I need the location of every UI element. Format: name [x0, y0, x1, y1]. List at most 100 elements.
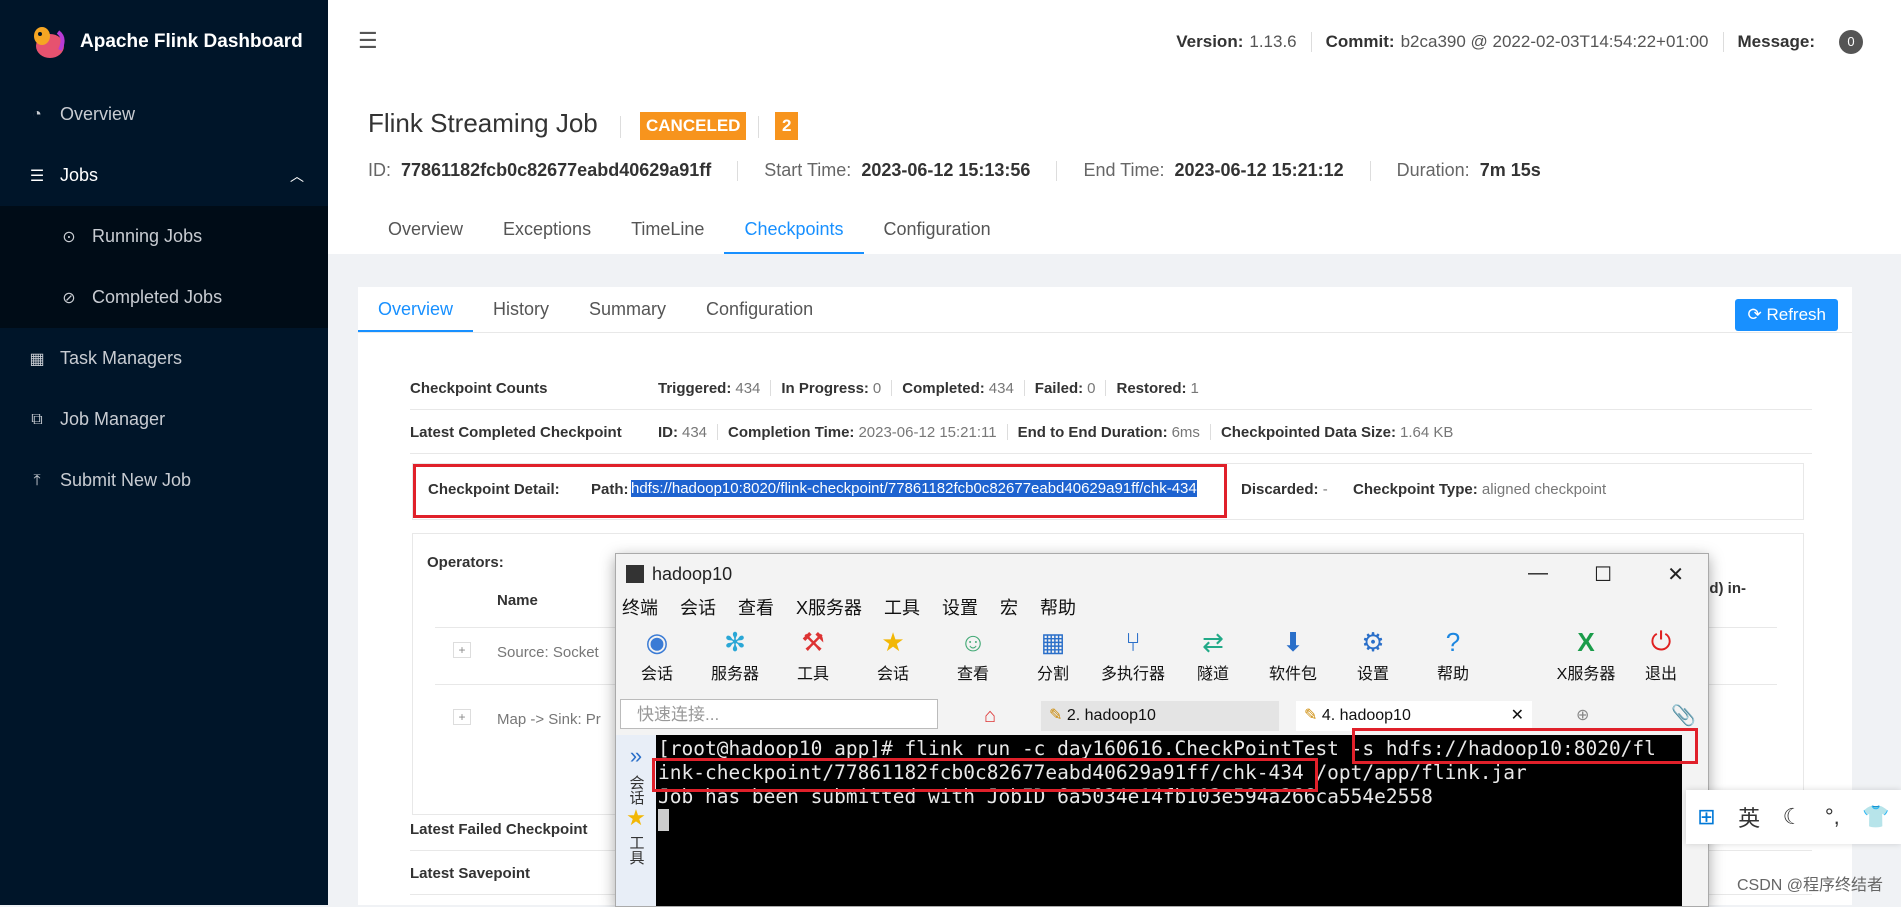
- tab-overview[interactable]: Overview: [368, 206, 483, 252]
- sidebar-item-completed-jobs[interactable]: ⊘ Completed Jobs: [0, 267, 328, 328]
- tool-help[interactable]: ? 帮助: [1418, 626, 1488, 684]
- tool-servers[interactable]: ✻ 服务器: [700, 626, 770, 684]
- ime-toolbar: ⊞ 英 ☾ °, 👕: [1686, 790, 1901, 844]
- tunnel-icon: ⇄: [1202, 626, 1224, 657]
- tool-xserver[interactable]: X X服务器: [1551, 626, 1621, 684]
- checkpoint-detail-box: Checkpoint Detail: Path: hdfs://hadoop10…: [412, 463, 1804, 520]
- terminal-side-panel: » 会话 ★ 工具: [616, 735, 656, 906]
- check-circle-icon: ⊘: [62, 289, 76, 307]
- app-logo[interactable]: Apache Flink Dashboard: [0, 0, 328, 84]
- punctuation-icon[interactable]: °,: [1825, 804, 1840, 830]
- terminal-cursor: [658, 809, 669, 831]
- home-icon[interactable]: ⌂: [984, 701, 996, 731]
- expand-button[interactable]: +: [453, 642, 471, 658]
- tab-configuration[interactable]: Configuration: [864, 206, 1011, 252]
- chevron-up-icon: ︿: [290, 167, 304, 184]
- tool-multiexec[interactable]: ⑂ 多执行器: [1098, 626, 1168, 684]
- close-icon[interactable]: ✕: [1667, 562, 1684, 587]
- highlight-box: [652, 758, 1318, 792]
- menu-settings[interactable]: 设置: [942, 594, 978, 622]
- tool-settings[interactable]: ⚙ 设置: [1338, 626, 1408, 684]
- menu-tools[interactable]: 工具: [884, 594, 920, 622]
- attach-icon[interactable]: 📎: [1671, 701, 1696, 731]
- subtab-configuration[interactable]: Configuration: [686, 287, 833, 332]
- highlight-box: [1352, 728, 1698, 764]
- terminal-app-icon: [626, 565, 644, 583]
- multiexec-icon: ⑂: [1125, 626, 1141, 657]
- divider: [758, 116, 759, 138]
- menu-fold-icon[interactable]: ☰: [358, 28, 378, 54]
- message-count-badge[interactable]: 0: [1839, 30, 1863, 54]
- sidebar-item-job-manager[interactable]: ⧉ Job Manager: [0, 389, 328, 450]
- refresh-button[interactable]: ⟳ Refresh: [1735, 299, 1838, 331]
- tool-packages[interactable]: ⬇ 软件包: [1258, 626, 1328, 684]
- divider: [1722, 32, 1724, 52]
- minimize-icon[interactable]: —: [1528, 562, 1548, 585]
- menu-session[interactable]: 会话: [680, 594, 716, 622]
- sidebar-item-task-managers[interactable]: ▦ Task Managers: [0, 328, 328, 389]
- tool-sessions[interactable]: ★ 会话: [858, 626, 928, 684]
- menu-xserver[interactable]: X服务器: [796, 594, 862, 622]
- sidebar-item-running-jobs[interactable]: ⊙ Running Jobs: [0, 206, 328, 267]
- job-header: Flink Streaming Job CANCELED 2 ID: 778611…: [328, 82, 1901, 254]
- maximize-icon[interactable]: ☐: [1594, 562, 1612, 587]
- divider: [1056, 160, 1058, 181]
- app-title: Apache Flink Dashboard: [80, 31, 303, 52]
- split-icon: ▦: [1040, 626, 1066, 657]
- terminal-tab[interactable]: ✎ 2. hadoop10: [1041, 701, 1279, 731]
- subtab-history[interactable]: History: [473, 287, 569, 332]
- checkpoint-counts-row: Checkpoint Counts Triggered: 434 In Progr…: [410, 367, 1812, 410]
- checkpoint-path[interactable]: hdfs://hadoop10:8020/flink-checkpoint/77…: [631, 480, 1197, 497]
- terminal-toolbar: ◉ 会话 ✻ 服务器 ⚒ 工具 ★ 会话 ☺ 查看 ▦ 分割 ⑂ 多执行器 ⇄ 隧道 ⬇ 软件包 …: [616, 622, 1708, 690]
- quick-connect-input[interactable]: 快速连接...: [620, 699, 938, 729]
- star-icon: ★: [626, 805, 646, 830]
- sidebar-item-jobs[interactable]: ☰ Jobs ︿: [0, 145, 328, 206]
- task-count-badge: 2: [775, 112, 799, 140]
- tab-checkpoints[interactable]: Checkpoints: [724, 206, 864, 254]
- moon-icon[interactable]: ☾: [1783, 804, 1803, 830]
- expand-button[interactable]: +: [453, 709, 471, 725]
- tab-exceptions[interactable]: Exceptions: [483, 206, 611, 252]
- job-tabs: Overview Exceptions TimeLine Checkpoints…: [368, 206, 1011, 254]
- menu-terminal[interactable]: 终端: [622, 594, 658, 622]
- expand-sidebar-icon[interactable]: »: [616, 743, 656, 769]
- sidebar-item-submit-new-job[interactable]: ⤒ Submit New Job: [0, 450, 328, 511]
- power-icon: ⏻: [1650, 626, 1672, 656]
- windows-icon[interactable]: ⊞: [1697, 804, 1715, 830]
- status-badge: CANCELED: [640, 112, 747, 140]
- tools-icon: ⚒: [801, 626, 825, 657]
- divider: [620, 116, 621, 138]
- new-tab-icon[interactable]: ⊕: [1576, 701, 1589, 731]
- divider: [1310, 32, 1312, 52]
- list-icon: ☰: [29, 167, 45, 185]
- divider: [737, 160, 739, 181]
- tool-tools[interactable]: ⚒ 工具: [778, 626, 848, 684]
- subtab-overview[interactable]: Overview: [358, 287, 474, 332]
- job-title: Flink Streaming Job: [368, 108, 598, 138]
- tool-tunnel[interactable]: ⇄ 隧道: [1178, 626, 1248, 684]
- servers-icon: ✻: [724, 626, 746, 657]
- shirt-icon[interactable]: 👕: [1862, 804, 1889, 830]
- menu-view[interactable]: 查看: [738, 594, 774, 622]
- latest-completed-row: Latest Completed Checkpoint ID: 434 Compl…: [410, 411, 1812, 454]
- play-circle-icon: ⊙: [62, 228, 76, 246]
- help-icon: ?: [1445, 626, 1461, 657]
- tool-split[interactable]: ▦ 分割: [1018, 626, 1088, 684]
- sidebar: Apache Flink Dashboard ◔ Overview ☰ Jobs…: [0, 0, 328, 905]
- flink-logo-icon: [34, 27, 65, 58]
- sidebar-item-overview[interactable]: ◔ Overview: [0, 84, 328, 145]
- menu-help[interactable]: 帮助: [1040, 594, 1076, 622]
- tool-session[interactable]: ◉ 会话: [622, 626, 692, 684]
- tool-exit[interactable]: ⏻ 退出: [1626, 626, 1696, 684]
- subtab-summary[interactable]: Summary: [569, 287, 686, 332]
- terminal-tab-active[interactable]: ✎ 4. hadoop10 ✕: [1296, 701, 1532, 731]
- dashboard-icon: ◔: [32, 105, 42, 123]
- view-icon: ☺: [959, 626, 987, 657]
- tab-timeline[interactable]: TimeLine: [611, 206, 724, 252]
- checkpoint-subtabs: Overview History Summary Configuration: [358, 287, 1852, 333]
- cluster-icon: ⧉: [31, 410, 43, 428]
- watermark: CSDN @程序终结者: [1736, 877, 1883, 894]
- close-tab-icon[interactable]: ✕: [1511, 701, 1524, 731]
- menu-macro[interactable]: 宏: [1000, 594, 1018, 622]
- tool-view[interactable]: ☺ 查看: [938, 626, 1008, 684]
